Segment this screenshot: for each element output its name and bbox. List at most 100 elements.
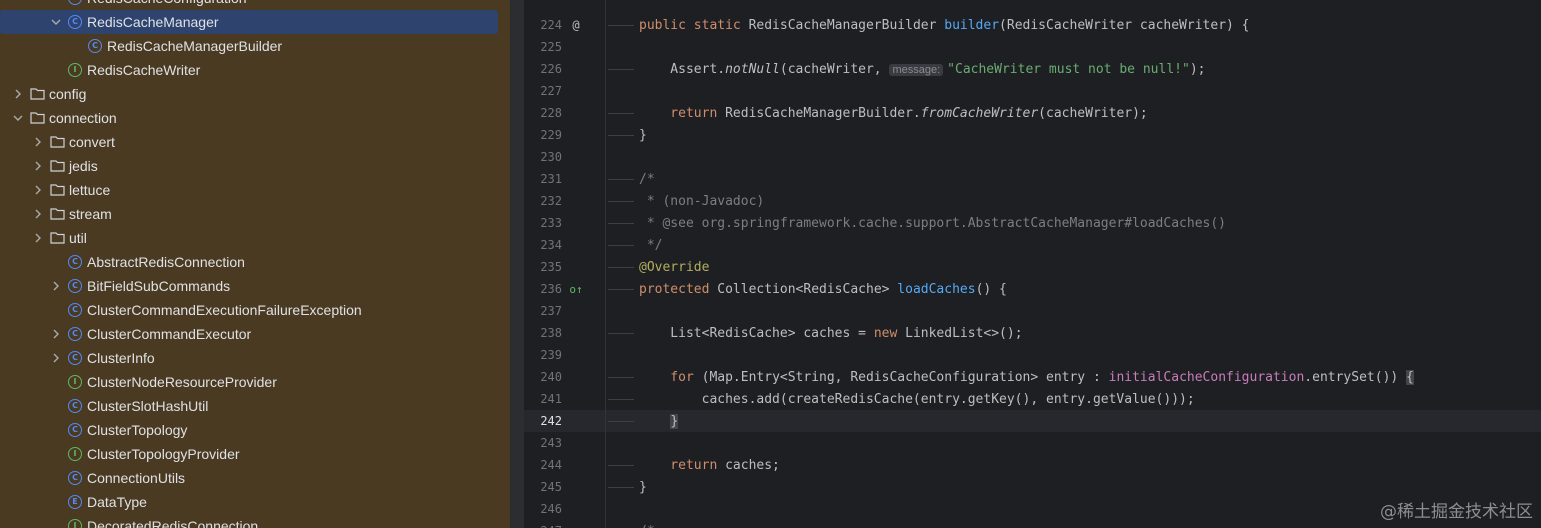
code-token: } (639, 127, 647, 143)
chevron-right-icon[interactable] (30, 134, 46, 150)
code-line[interactable]: 227 (524, 80, 1541, 102)
line-number: 228 (540, 106, 562, 120)
tree-item[interactable]: E DataType (0, 490, 500, 514)
class-icon: C (68, 279, 82, 293)
tree-item[interactable]: lettuce (0, 178, 500, 202)
code-token: initialCacheConfiguration (1108, 369, 1305, 385)
code-text: protected Collection<RedisCache> loadCac… (639, 282, 1007, 297)
chevron-down-icon[interactable] (48, 14, 64, 30)
tree-item[interactable]: C AbstractRedisConnection (0, 250, 500, 274)
code-text: } (639, 413, 679, 429)
tree-item[interactable]: convert (0, 130, 500, 154)
code-text: List<RedisCache> caches = new LinkedList… (639, 325, 1023, 341)
code-line[interactable]: 240 for (Map.Entry<String, RedisCacheCon… (524, 366, 1541, 388)
chevron-right-icon[interactable] (10, 86, 26, 102)
tree-item[interactable]: config (0, 82, 500, 106)
tree-item-label: ClusterSlotHashUtil (87, 398, 209, 414)
tree-item[interactable]: C BitFieldSubCommands (0, 274, 500, 298)
tree-item[interactable]: C ClusterSlotHashUtil (0, 394, 500, 418)
chevron-right-icon[interactable] (48, 278, 64, 294)
code-token: List<RedisCache> caches = (639, 325, 874, 341)
code-line[interactable]: 225 (524, 36, 1541, 58)
tree-item[interactable]: C ClusterInfo (0, 346, 500, 370)
code-line[interactable]: 230 (524, 146, 1541, 168)
tree-item[interactable]: I DecoratedRedisConnection (0, 514, 500, 528)
override-icon[interactable]: o↑ (568, 283, 584, 296)
indent-guide (608, 69, 634, 70)
tree-item-label: RedisCacheConfiguration (87, 0, 247, 6)
code-line[interactable]: 231 /* (524, 168, 1541, 190)
code-text: Assert.notNull(cacheWriter, message: "Cac… (639, 62, 1213, 77)
code-line[interactable]: 229} (524, 124, 1541, 146)
code-line[interactable]: 241 caches.add(createRedisCache(entry.ge… (524, 388, 1541, 410)
tree-item-label: RedisCacheWriter (87, 62, 201, 78)
code-token: new (873, 325, 906, 341)
code-line[interactable]: 226 Assert.notNull(cacheWriter, message:… (524, 58, 1541, 80)
tree-item-label: RedisCacheManagerBuilder (107, 38, 283, 54)
chevron-right-icon[interactable] (30, 206, 46, 222)
tree-item[interactable]: C ClusterCommandExecutionFailureException (0, 298, 500, 322)
line-number: 244 (540, 458, 562, 472)
tree-item-label: convert (69, 134, 115, 150)
line-number: 240 (540, 370, 562, 384)
tree-item-label: ClusterTopology (87, 422, 188, 438)
code-text: return caches; (639, 458, 780, 473)
chevron-right-icon[interactable] (48, 350, 64, 366)
tree-item[interactable]: I RedisCacheWriter (0, 58, 500, 82)
code-line[interactable]: 244 return caches; (524, 454, 1541, 476)
code-line[interactable]: 245} (524, 476, 1541, 498)
chevron-right-icon[interactable] (30, 158, 46, 174)
code-text: */ (639, 237, 663, 253)
tree-item[interactable]: C ClusterTopology (0, 418, 500, 442)
tree-item[interactable]: C RedisCacheManager (0, 10, 498, 34)
tree-item[interactable]: jedis (0, 154, 500, 178)
tree-item-label: DecoratedRedisConnection (87, 518, 259, 528)
line-number: 230 (540, 150, 562, 164)
code-line[interactable]: 233 * @see org.springframework.cache.sup… (524, 212, 1541, 234)
code-token: * @see org.springframework.cache.support… (639, 215, 1226, 231)
code-line[interactable]: 239 (524, 344, 1541, 366)
code-token: (Map.Entry<String, RedisCacheConfigurati… (701, 369, 1109, 385)
tree-item[interactable]: connection (0, 106, 500, 130)
tree-item-label: config (49, 86, 87, 102)
tree-item[interactable]: I ClusterTopologyProvider (0, 442, 500, 466)
tree-item[interactable]: C RedisCacheConfiguration (0, 0, 500, 10)
indent-guide (608, 201, 634, 202)
code-line[interactable]: 235 @Override (524, 256, 1541, 278)
code-token: public static (639, 17, 749, 33)
code-line[interactable]: 237 (524, 300, 1541, 322)
code-text: public static RedisCacheManagerBuilder b… (639, 18, 1250, 33)
code-line[interactable]: 236 o↑ protected Collection<RedisCache> lo… (524, 278, 1541, 300)
tree-item[interactable]: C ConnectionUtils (0, 466, 500, 490)
usages-icon[interactable]: @ (568, 18, 584, 32)
interface-icon: I (68, 447, 82, 461)
code-line[interactable]: 224 @ public static RedisCacheManagerBuild… (524, 14, 1541, 36)
panel-separator[interactable] (510, 0, 524, 528)
code-line[interactable]: 243 (524, 432, 1541, 454)
code-editor[interactable]: 224 @ public static RedisCacheManagerBuild… (524, 0, 1541, 528)
chevron-right-icon[interactable] (48, 326, 64, 342)
code-token: */ (639, 237, 663, 253)
code-token: ); (1189, 61, 1214, 77)
tree-item[interactable]: I ClusterNodeResourceProvider (0, 370, 500, 394)
code-line[interactable]: 234 */ (524, 234, 1541, 256)
indent-guide (608, 487, 634, 488)
chevron-right-icon[interactable] (30, 182, 46, 198)
class-icon: C (68, 303, 82, 317)
tree-item-label: AbstractRedisConnection (87, 254, 245, 270)
chevron-right-icon[interactable] (30, 230, 46, 246)
code-line[interactable]: 232 * (non-Javadoc) (524, 190, 1541, 212)
code-line[interactable]: 238 List<RedisCache> caches = new Linked… (524, 322, 1541, 344)
tree-item[interactable]: C ClusterCommandExecutor (0, 322, 500, 346)
indent-guide (608, 289, 634, 290)
code-token: LinkedList<>(); (905, 325, 1023, 341)
tree-item-label: ClusterInfo (87, 350, 155, 366)
line-number: 233 (540, 216, 562, 230)
code-line[interactable]: 228 return RedisCacheManagerBuilder.from… (524, 102, 1541, 124)
tree-item[interactable]: stream (0, 202, 500, 226)
code-line[interactable]: 242 } (524, 410, 1541, 432)
chevron-down-icon[interactable] (10, 110, 26, 126)
tree-item[interactable]: util (0, 226, 500, 250)
tree-item[interactable]: C RedisCacheManagerBuilder (0, 34, 500, 58)
interface-icon: I (68, 519, 82, 528)
